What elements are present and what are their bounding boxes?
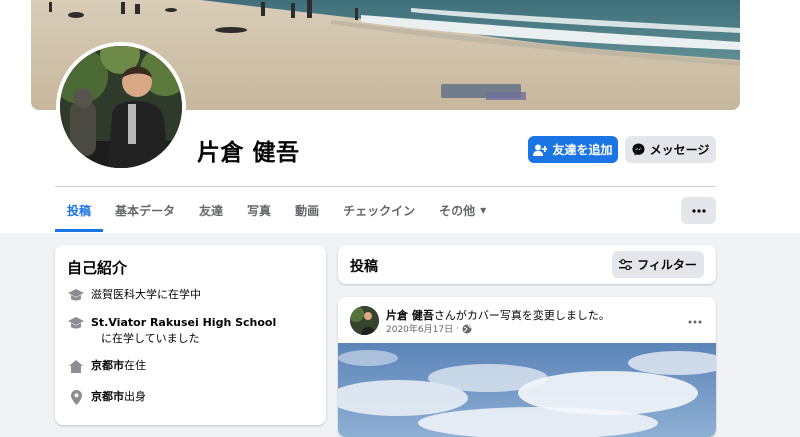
home-icon — [67, 358, 85, 374]
filter-sliders-icon — [619, 259, 633, 270]
tab-more[interactable]: その他 ▼ — [427, 188, 498, 232]
globe-icon — [462, 324, 472, 333]
add-friend-button[interactable]: 友達を追加 — [528, 136, 618, 163]
tab-checkins[interactable]: チェックイン — [331, 188, 427, 232]
graduation-cap-icon — [67, 315, 85, 331]
header-divider — [55, 186, 716, 187]
filter-label: フィルター — [637, 258, 697, 272]
hometown-link[interactable]: 京都市 — [91, 390, 124, 403]
location-pin-icon — [67, 389, 85, 405]
post-cover-image[interactable] — [338, 343, 716, 437]
tab-photos[interactable]: 写真 — [235, 188, 283, 232]
message-label: メッセージ — [649, 143, 710, 157]
more-options-button[interactable] — [681, 197, 716, 224]
tab-friends[interactable]: 友達 — [187, 188, 235, 232]
lives-in-link[interactable]: 京都市 — [91, 359, 124, 372]
messenger-icon — [632, 143, 645, 156]
intro-item-highschool: St.Viator Rakusei High Schoolに在学していました — [67, 315, 297, 347]
posts-title: 投稿 — [350, 259, 378, 275]
post-author-link[interactable]: 片倉 健吾 — [386, 309, 434, 322]
profile-avatar[interactable] — [60, 46, 182, 168]
profile-name: 片倉 健吾 — [197, 140, 300, 166]
post-date[interactable]: 2020年6月17日 — [386, 322, 453, 335]
caret-down-icon: ▼ — [480, 205, 487, 215]
post-options-button[interactable] — [688, 309, 702, 328]
highschool-link[interactable]: St.Viator Rakusei High School — [91, 316, 276, 329]
post-headline: 片倉 健吾さんがカバー写真を変更しました。 — [386, 309, 610, 322]
profile-tabs: 投稿 基本データ 友達 写真 動画 チェックイン その他 ▼ — [55, 188, 498, 232]
intro-item-from: 京都市出身 — [67, 389, 146, 405]
posts-header-card: 投稿 フィルター — [338, 245, 716, 284]
ellipsis-icon — [691, 208, 706, 213]
post-author-avatar[interactable] — [350, 306, 379, 335]
post-card: 片倉 健吾さんがカバー写真を変更しました。 2020年6月17日 · — [338, 297, 716, 437]
add-person-icon — [533, 144, 548, 156]
post-meta: 2020年6月17日 · — [386, 322, 472, 335]
intro-title: 自己紹介 — [67, 259, 128, 277]
graduation-cap-icon — [67, 287, 85, 303]
intro-card: 自己紹介 滋賀医科大学に在学中 St.Viator Rakusei High S… — [55, 245, 326, 425]
ellipsis-icon — [688, 320, 702, 324]
intro-item-lives-in: 京都市在住 — [67, 358, 146, 374]
tab-videos[interactable]: 動画 — [283, 188, 331, 232]
intro-item-education: 滋賀医科大学に在学中 — [67, 287, 201, 303]
filter-button[interactable]: フィルター — [612, 251, 704, 278]
tab-about[interactable]: 基本データ — [103, 188, 187, 232]
message-button[interactable]: メッセージ — [625, 136, 716, 163]
add-friend-label: 友達を追加 — [552, 143, 613, 157]
tab-posts[interactable]: 投稿 — [55, 188, 104, 232]
